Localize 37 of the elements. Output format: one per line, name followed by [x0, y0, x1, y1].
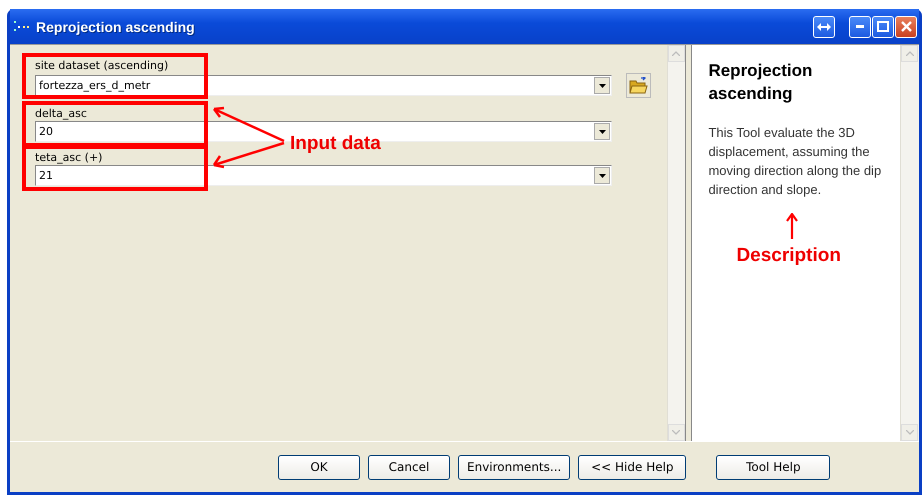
window-title: Reprojection ascending [36, 18, 196, 34]
caret-icon [598, 130, 606, 134]
dropdown-button[interactable] [594, 77, 610, 94]
help-title: Reprojection ascending [708, 60, 814, 105]
dropdown-button[interactable] [594, 167, 610, 184]
resize-button[interactable] [813, 16, 835, 38]
dialog-button[interactable]: Environments... [458, 454, 570, 480]
dots-icon [14, 20, 30, 32]
annotation-label: Description [736, 245, 841, 267]
dialog-button[interactable]: Tool Help [716, 454, 830, 480]
scroll-up-icon [906, 51, 914, 56]
maximize-icon [877, 21, 889, 32]
caret-icon [598, 84, 606, 88]
maximize-button[interactable] [872, 16, 894, 38]
dialog-button[interactable]: OK [278, 454, 360, 480]
help-text: This Tool evaluate the 3D displacement, assuming the moving direction along the dip direction and slope. [708, 124, 882, 199]
scroll-down-icon [906, 430, 914, 435]
splitter-handle[interactable] [685, 45, 692, 441]
minimize-icon [856, 25, 864, 28]
input-field[interactable]: 21 [35, 165, 612, 186]
folder-icon [629, 77, 648, 94]
minimize-button[interactable] [849, 16, 871, 38]
browse-button[interactable] [626, 73, 651, 98]
close-button[interactable] [895, 16, 917, 38]
dialog-button[interactable]: Cancel [368, 454, 450, 480]
field-label: delta_asc [35, 106, 88, 121]
scroll-up-icon [672, 51, 680, 56]
scroll-down-icon [672, 430, 680, 435]
field-label: teta_asc (+) [35, 150, 104, 165]
caret-icon [598, 174, 606, 178]
dropdown-button[interactable] [594, 123, 610, 140]
field-label: site dataset (ascending) [35, 58, 170, 73]
close-icon [900, 21, 912, 32]
double-arrow-icon [817, 22, 831, 30]
dialog-button[interactable]: << Hide Help [578, 454, 686, 480]
up-arrow-icon [786, 213, 798, 239]
input-field[interactable]: fortezza_ers_d_metr [35, 75, 612, 96]
